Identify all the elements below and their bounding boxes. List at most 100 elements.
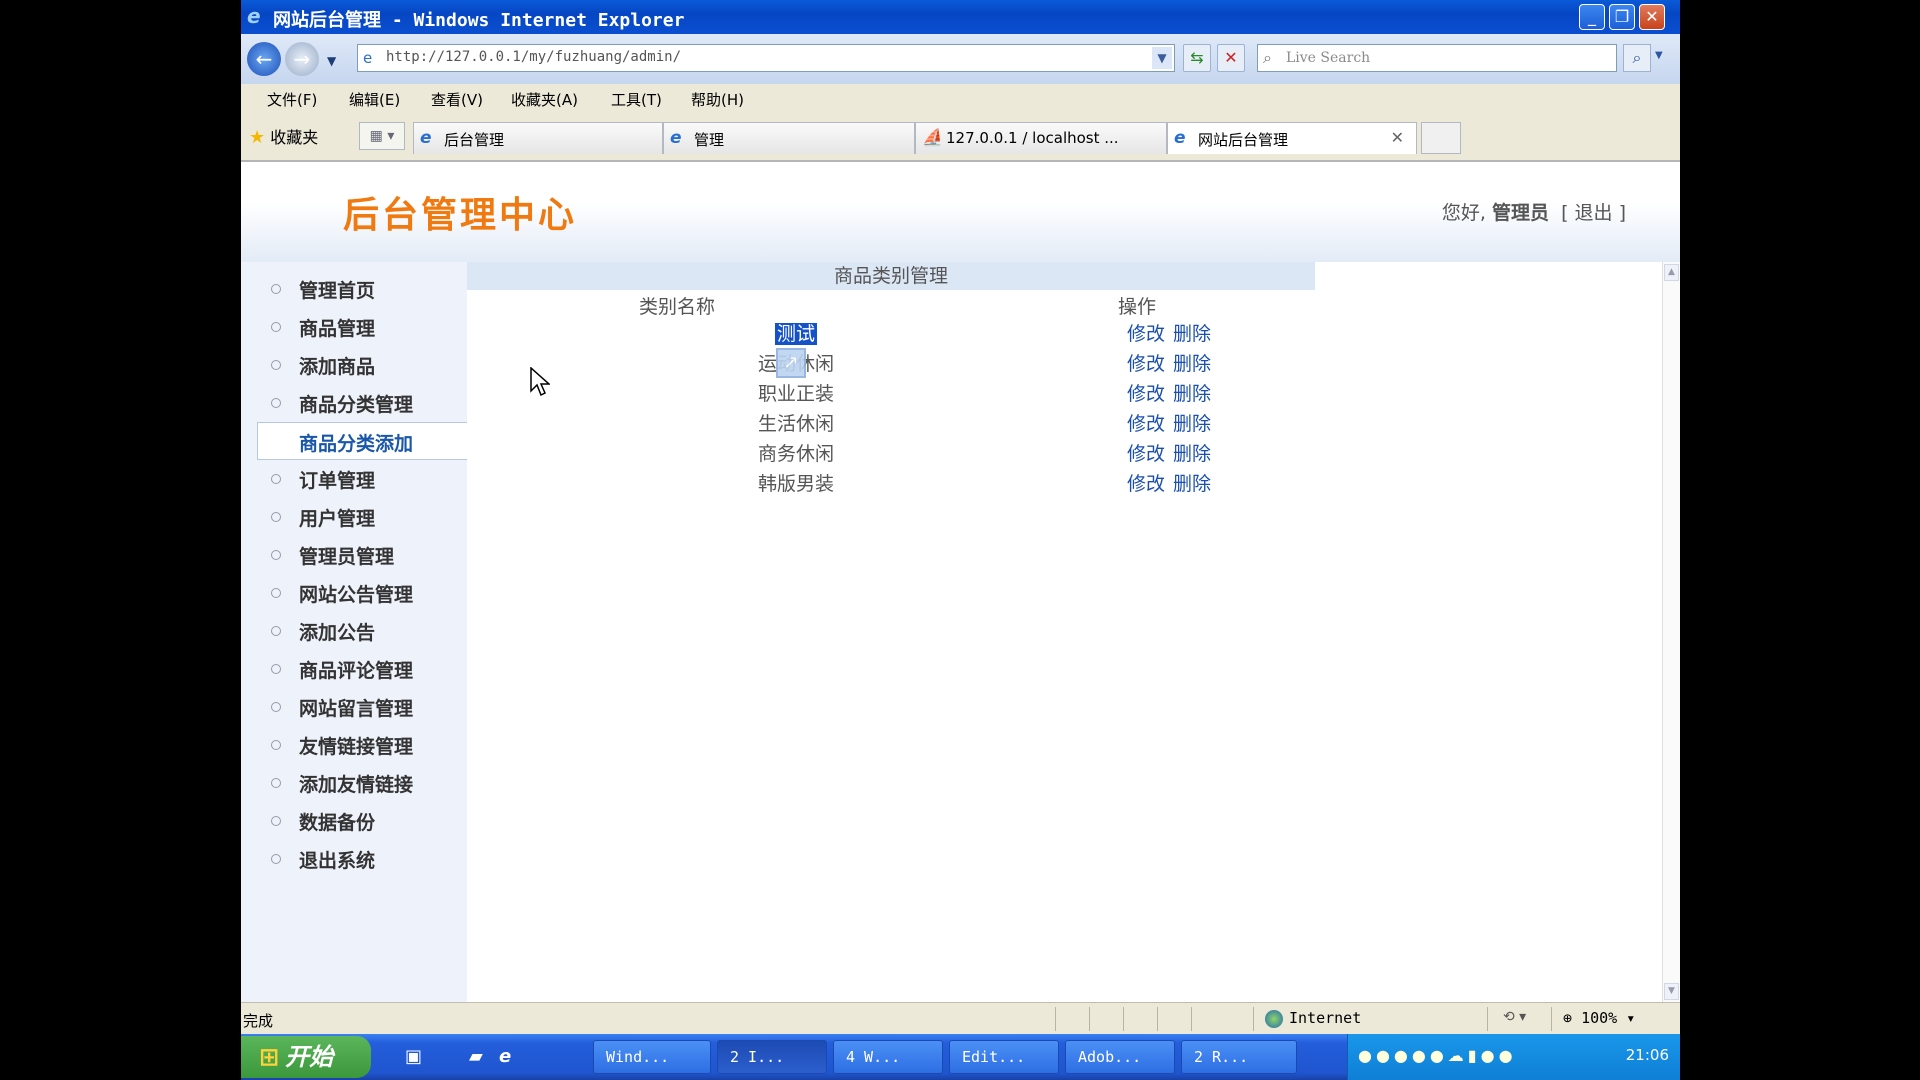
protected-mode-icon[interactable]: ⟲ ▾ <box>1503 1009 1526 1025</box>
tab-3[interactable]: ⛵ 127.0.0.1 / localhost ... <box>915 122 1167 154</box>
menu-edit[interactable]: 编辑(E) <box>349 89 400 110</box>
taskbar-button[interactable]: 2 R... <box>1181 1040 1297 1074</box>
ie-tab-icon: e <box>420 128 432 148</box>
delete-link[interactable]: 删除 <box>1173 413 1211 435</box>
menu-file[interactable]: 文件(F) <box>267 89 317 110</box>
tab-row: ★ 收藏夹 ▦ ▾ e 后台管理 e 管理 ⛵ 127.0.0.1 / loca… <box>241 114 1680 156</box>
bullet-icon <box>271 360 281 370</box>
sidebar-item-home[interactable]: 管理首页 <box>241 270 467 308</box>
tab-active[interactable]: e 网站后台管理 ✕ <box>1167 122 1417 154</box>
menu-tools[interactable]: 工具(T) <box>611 89 662 110</box>
start-button[interactable]: ⊞ 开始 <box>241 1036 371 1078</box>
minimize-button[interactable]: _ <box>1579 4 1605 30</box>
edit-link[interactable]: 修改 <box>1127 473 1165 495</box>
stop-button[interactable]: ✕ <box>1217 44 1245 72</box>
address-dropdown-icon[interactable]: ▼ <box>1152 47 1172 69</box>
divider <box>1089 1007 1090 1031</box>
taskbar-button[interactable]: Adob... <box>1065 1040 1175 1074</box>
tab-label: 127.0.0.1 / localhost ... <box>946 129 1119 147</box>
category-name: 测试 <box>774 323 817 345</box>
menu-bar: 文件(F) 编辑(E) 查看(V) 收藏夹(A) 工具(T) 帮助(H) <box>241 84 1680 112</box>
taskbar-button[interactable]: 2 I... <box>717 1040 827 1074</box>
sidebar-item-exit[interactable]: 退出系统 <box>241 840 467 878</box>
greeting-text: 您好, <box>1441 202 1486 224</box>
sidebar-item-categories[interactable]: 商品分类管理 <box>241 384 467 422</box>
scroll-down-icon[interactable]: ▼ <box>1664 983 1679 1000</box>
quick-tabs-button[interactable]: ▦ ▾ <box>359 122 405 150</box>
table-row: 测试 修改 删除 <box>467 320 1315 348</box>
sidebar-item-label: 管理首页 <box>299 280 376 302</box>
category-name: 职业正装 <box>757 383 834 405</box>
close-tab-icon[interactable]: ✕ <box>1391 128 1404 147</box>
show-desktop-icon[interactable]: ▣ <box>405 1046 422 1067</box>
menu-favorites[interactable]: 收藏夹(A) <box>511 89 578 110</box>
taskbar-button[interactable]: Wind... <box>593 1040 711 1074</box>
edit-link[interactable]: 修改 <box>1127 383 1165 405</box>
back-button[interactable]: ← <box>247 42 281 76</box>
sidebar-item-add-category[interactable]: 商品分类添加 <box>257 422 467 460</box>
divider <box>1253 1007 1254 1031</box>
edit-link[interactable]: 修改 <box>1127 443 1165 465</box>
menu-view[interactable]: 查看(V) <box>431 89 483 110</box>
taskbar-button[interactable]: 4 W... <box>833 1040 943 1074</box>
bullet-icon <box>271 626 281 636</box>
taskbar-button[interactable]: Edit... <box>949 1040 1059 1074</box>
sidebar-item-orders[interactable]: 订单管理 <box>241 460 467 498</box>
sidebar-item-notices[interactable]: 网站公告管理 <box>241 574 467 612</box>
delete-link[interactable]: 删除 <box>1173 323 1211 345</box>
delete-link[interactable]: 删除 <box>1173 353 1211 375</box>
favorites-button[interactable]: ★ 收藏夹 <box>249 124 318 148</box>
vertical-scrollbar[interactable]: ▲ ▼ <box>1662 262 1680 1002</box>
folder-icon[interactable]: ▰ <box>469 1046 483 1067</box>
close-button[interactable]: ✕ <box>1639 4 1665 30</box>
status-text: 完成 <box>243 1012 274 1030</box>
search-options-icon[interactable]: ▼ <box>1655 50 1663 61</box>
window-title: 网站后台管理 - Windows Internet Explorer <box>273 10 685 31</box>
sidebar-item-links[interactable]: 友情链接管理 <box>241 726 467 764</box>
maximize-button[interactable]: ❐ <box>1609 4 1635 30</box>
forward-button[interactable]: → <box>285 42 319 76</box>
bullet-icon <box>271 474 281 484</box>
sidebar-item-label: 商品评论管理 <box>299 660 414 682</box>
delete-link[interactable]: 删除 <box>1173 473 1211 495</box>
edit-link[interactable]: 修改 <box>1127 353 1165 375</box>
history-dropdown-icon[interactable]: ▼ <box>327 54 336 68</box>
sidebar-item-comments[interactable]: 商品评论管理 <box>241 650 467 688</box>
refresh-button[interactable]: ⇆ <box>1183 44 1211 72</box>
sidebar-item-admins[interactable]: 管理员管理 <box>241 536 467 574</box>
search-button[interactable]: ⌕ <box>1623 44 1651 72</box>
sidebar-item-label: 管理员管理 <box>299 546 395 568</box>
new-tab-button[interactable] <box>1421 122 1461 154</box>
edit-link[interactable]: 修改 <box>1127 413 1165 435</box>
sidebar-item-label: 网站留言管理 <box>299 698 414 720</box>
sidebar-item-users[interactable]: 用户管理 <box>241 498 467 536</box>
ie-tab-icon: e <box>1174 128 1186 148</box>
favorites-label: 收藏夹 <box>270 128 319 147</box>
windows-logo-icon: ⊞ <box>259 1043 280 1071</box>
delete-link[interactable]: 删除 <box>1173 443 1211 465</box>
tab-1[interactable]: e 后台管理 <box>413 122 663 154</box>
star-icon: ★ <box>249 127 266 148</box>
tray-icons[interactable]: ●●●●●☁▮●● <box>1358 1046 1517 1065</box>
system-tray: ●●●●●☁▮●● 21:06 <box>1347 1034 1680 1080</box>
divider <box>1487 1007 1488 1031</box>
sidebar-item-backup[interactable]: 数据备份 <box>241 802 467 840</box>
main-panel: 商品类别管理 类别名称 操作 测试 修改删除 运动休闲 修改删除 职业正装 修改… <box>467 262 1663 1002</box>
menu-help[interactable]: 帮助(H) <box>691 89 744 110</box>
sidebar-item-add-product[interactable]: 添加商品 <box>241 346 467 384</box>
sidebar-item-add-notice[interactable]: 添加公告 <box>241 612 467 650</box>
address-input[interactable]: http://127.0.0.1/my/fuzhuang/admin/ <box>386 49 681 65</box>
zoom-level[interactable]: ⊕ 100% ▾ <box>1563 1009 1635 1027</box>
ie-quicklaunch-icon[interactable]: e <box>499 1046 511 1067</box>
search-box[interactable]: ⌕ Live Search <box>1257 44 1617 72</box>
sidebar-item-products[interactable]: 商品管理 <box>241 308 467 346</box>
scroll-up-icon[interactable]: ▲ <box>1664 264 1679 281</box>
sidebar-item-messages[interactable]: 网站留言管理 <box>241 688 467 726</box>
delete-link[interactable]: 删除 <box>1173 383 1211 405</box>
tab-2[interactable]: e 管理 <box>663 122 915 154</box>
sidebar-item-add-link[interactable]: 添加友情链接 <box>241 764 467 802</box>
search-input[interactable]: Live Search <box>1286 50 1370 66</box>
logout-link[interactable]: [ 退出 ] <box>1561 202 1626 224</box>
edit-link[interactable]: 修改 <box>1127 323 1165 345</box>
address-bar[interactable]: e http://127.0.0.1/my/fuzhuang/admin/ ▼ <box>357 44 1175 72</box>
